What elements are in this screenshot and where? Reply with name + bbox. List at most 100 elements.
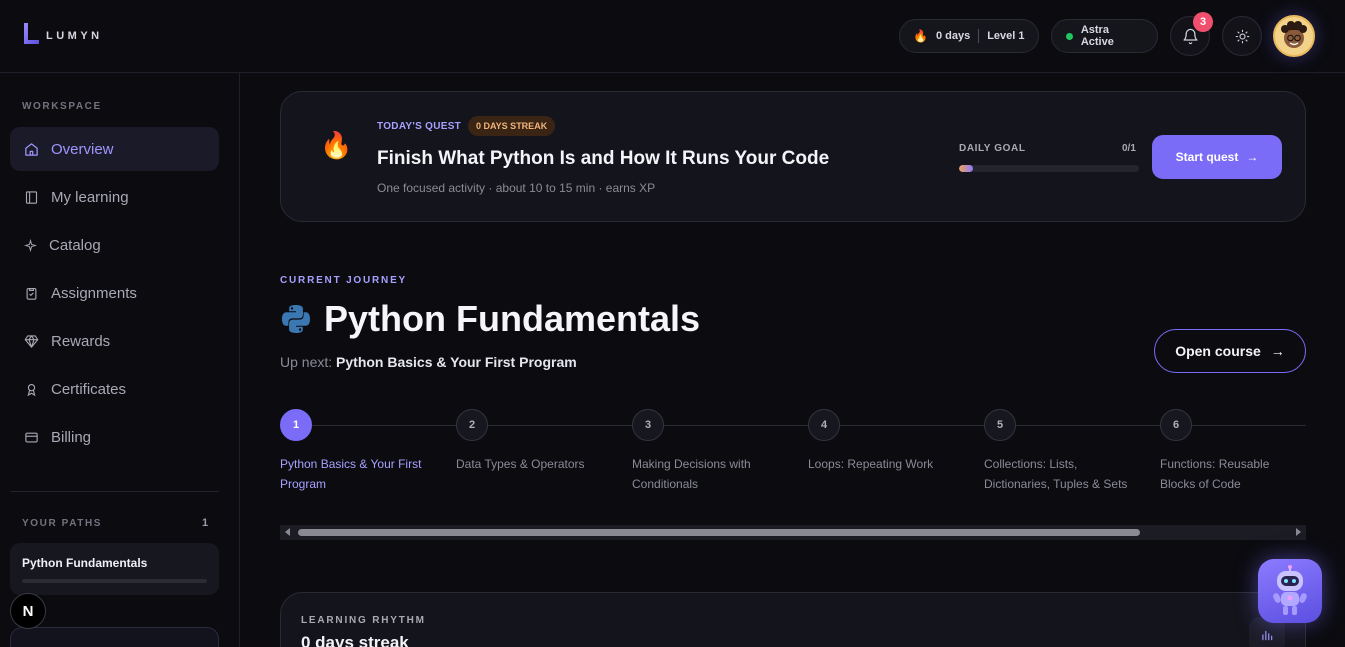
open-course-button[interactable]: Open course → (1154, 329, 1306, 373)
daily-goal-value: 0/1 (1122, 143, 1136, 154)
sidebar-bottom-card[interactable] (10, 627, 219, 647)
python-logo-icon (282, 305, 310, 333)
sidebar-item-label: Certificates (51, 380, 127, 398)
flame-icon: 🔥 (913, 29, 928, 43)
astra-status-label: Astra Active (1080, 24, 1114, 48)
journey-step-1[interactable]: 1 Python Basics & Your First Program (280, 409, 450, 494)
quest-label: TODAY'S QUEST (377, 121, 462, 132)
step-label: Making Decisions with Conditionals (632, 457, 751, 491)
level-label: Level 1 (987, 30, 1025, 42)
sidebar-item-catalog[interactable]: Catalog (10, 223, 219, 267)
sidebar-item-rewards[interactable]: Rewards (10, 319, 219, 363)
credit-card-icon (25, 432, 38, 442)
robot-icon (1273, 565, 1307, 615)
step-number: 1 (280, 409, 312, 441)
steps-horizontal-scrollbar[interactable] (280, 525, 1306, 540)
next-dev-badge[interactable]: N (10, 593, 46, 629)
logo[interactable]: LUMYN (22, 22, 103, 46)
sun-icon (1235, 29, 1249, 43)
up-next-prefix: Up next: (280, 354, 333, 370)
step-label: Data Types & Operators (456, 457, 585, 471)
course-title-text: Python Fundamentals (324, 298, 701, 339)
todays-quest-card: 🔥 TODAY'S QUEST 0 DAYS STREAK Finish Wha… (280, 91, 1306, 222)
journey-step-4[interactable]: 4 Loops: Repeating Work (808, 409, 978, 474)
sparkle-icon (24, 238, 37, 252)
step-number: 5 (984, 409, 1016, 441)
paths-count: 1 (202, 517, 209, 529)
sidebar-item-label: Assignments (51, 284, 137, 302)
sidebar-item-certificates[interactable]: Certificates (10, 367, 219, 411)
avatar-face-icon (1281, 21, 1307, 48)
step-label: Collections: Lists, Dictionaries, Tuples… (984, 457, 1128, 491)
journey-step-5[interactable]: 5 Collections: Lists, Dictionaries, Tupl… (984, 409, 1154, 494)
top-header: LUMYN 🔥 0 days Level 1 Astra Active 3 (0, 0, 1345, 73)
journey-step-2[interactable]: 2 Data Types & Operators (456, 409, 626, 474)
learning-rhythm-card: LEARNING RHYTHM 0 days streak (280, 592, 1306, 647)
sidebar-item-billing[interactable]: Billing (10, 415, 219, 459)
home-icon (25, 142, 38, 156)
scroll-right-icon[interactable] (1296, 528, 1301, 536)
daily-goal-label: DAILY GOAL (959, 143, 1026, 154)
scroll-left-icon[interactable] (285, 528, 290, 536)
daily-goal-fill (959, 165, 974, 172)
gem-icon (24, 334, 39, 348)
astra-status-pill[interactable]: Astra Active (1051, 19, 1158, 53)
start-quest-button[interactable]: Start quest → (1152, 135, 1282, 179)
sidebar-item-label: My learning (51, 188, 129, 206)
sidebar-item-label: Overview (51, 140, 114, 158)
logo-mark-icon (24, 23, 39, 44)
notification-count-badge: 3 (1193, 12, 1213, 32)
arrow-right-icon: → (1246, 150, 1259, 164)
step-number: 6 (1160, 409, 1192, 441)
fire-icon: 🔥 (320, 130, 353, 160)
pill-separator (978, 29, 980, 43)
streak-days: 0 days (935, 30, 971, 42)
path-card[interactable]: Python Fundamentals (10, 543, 219, 595)
bell-icon (1182, 28, 1198, 44)
status-dot-icon (1066, 32, 1073, 40)
sidebar-item-overview[interactable]: Overview (10, 127, 219, 171)
logo-text: LUMYN (46, 30, 103, 42)
arrow-right-icon: → (1270, 343, 1285, 359)
daily-goal-progress (959, 165, 1139, 172)
rhythm-label: LEARNING RHYTHM (301, 615, 426, 626)
step-number: 2 (456, 409, 488, 441)
quest-title: Finish What Python Is and How It Runs Yo… (377, 148, 830, 169)
journey-step-3[interactable]: 3 Making Decisions with Conditionals (632, 409, 802, 494)
path-progress-track (22, 579, 207, 583)
award-icon (27, 383, 36, 396)
rhythm-value: 0 days streak (301, 633, 409, 647)
sidebar: WORKSPACE Overview My learning Catalog A… (0, 73, 240, 647)
sidebar-item-assignments[interactable]: Assignments (10, 271, 219, 315)
open-course-label: Open course (1175, 343, 1261, 359)
step-label: Python Basics & Your First Program (280, 457, 422, 491)
theme-toggle-button[interactable] (1222, 16, 1262, 56)
astra-assistant-button[interactable] (1258, 559, 1322, 623)
step-label: Loops: Repeating Work (808, 457, 934, 471)
streak-tag: 0 DAYS STREAK (468, 116, 556, 136)
path-name: Python Fundamentals (22, 556, 148, 570)
course-title: Python Fundamentals (280, 298, 700, 340)
streak-level-pill[interactable]: 🔥 0 days Level 1 (899, 19, 1039, 53)
step-number: 3 (632, 409, 664, 441)
sidebar-item-label: Rewards (51, 332, 111, 350)
up-next: Up next: Python Basics & Your First Prog… (280, 354, 577, 370)
journey-step-6[interactable]: 6 Functions: Reusable Blocks of Code (1160, 409, 1306, 494)
workspace-heading: WORKSPACE (22, 101, 102, 112)
book-icon (25, 190, 38, 204)
sidebar-item-label: Catalog (49, 236, 101, 254)
start-quest-label: Start quest (1175, 150, 1239, 164)
sidebar-item-my-learning[interactable]: My learning (10, 175, 219, 219)
user-avatar[interactable] (1273, 15, 1315, 57)
sidebar-item-label: Billing (51, 428, 92, 446)
sidebar-divider (10, 491, 219, 492)
bar-chart-icon (1262, 630, 1273, 641)
step-label: Functions: Reusable Blocks of Code (1160, 457, 1270, 491)
current-journey-label: CURRENT JOURNEY (280, 275, 408, 286)
clipboard-icon (26, 287, 37, 300)
up-next-lesson: Python Basics & Your First Program (336, 354, 577, 370)
step-number: 4 (808, 409, 840, 441)
scrollbar-thumb[interactable] (298, 529, 1140, 536)
quest-subtitle: One focused activity · about 10 to 15 mi… (377, 181, 656, 195)
your-paths-heading: YOUR PATHS (22, 518, 103, 529)
